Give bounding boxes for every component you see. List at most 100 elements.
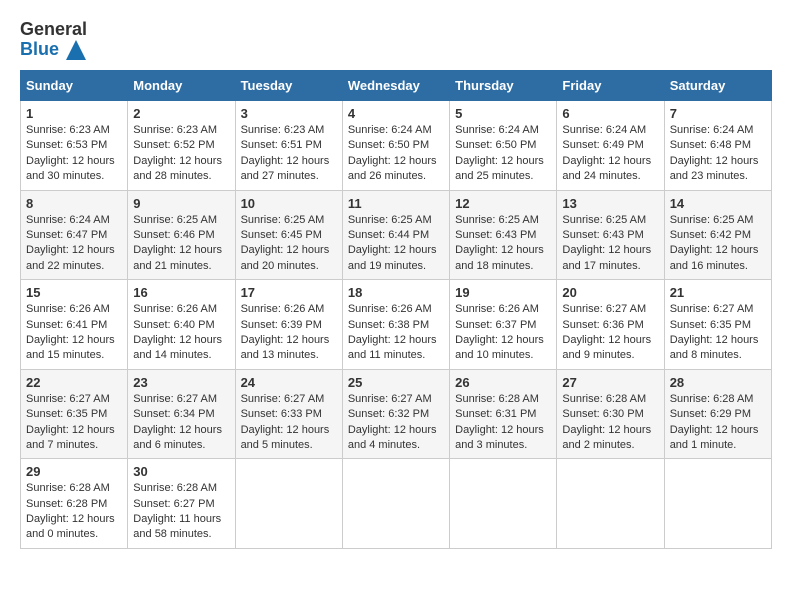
day-info: Sunrise: 6:27 AM Sunset: 6:32 PM Dayligh… <box>348 392 444 454</box>
day-info: Sunrise: 6:23 AM Sunset: 6:53 PM Dayligh… <box>26 123 122 185</box>
calendar-cell <box>342 459 449 549</box>
header: General Blue <box>20 20 772 60</box>
header-row: SundayMondayTuesdayWednesdayThursdayFrid… <box>21 71 772 101</box>
day-number: 4 <box>348 106 444 121</box>
calendar-cell: 30 Sunrise: 6:28 AM Sunset: 6:27 PM Dayl… <box>128 459 235 549</box>
day-number: 6 <box>562 106 658 121</box>
day-number: 12 <box>455 196 551 211</box>
day-info: Sunrise: 6:26 AM Sunset: 6:41 PM Dayligh… <box>26 302 122 364</box>
calendar-cell <box>235 459 342 549</box>
calendar-cell: 19 Sunrise: 6:26 AM Sunset: 6:37 PM Dayl… <box>450 280 557 370</box>
calendar-cell: 25 Sunrise: 6:27 AM Sunset: 6:32 PM Dayl… <box>342 369 449 459</box>
day-number: 25 <box>348 375 444 390</box>
day-number: 26 <box>455 375 551 390</box>
day-info: Sunrise: 6:25 AM Sunset: 6:43 PM Dayligh… <box>455 213 551 275</box>
day-info: Sunrise: 6:23 AM Sunset: 6:51 PM Dayligh… <box>241 123 337 185</box>
day-info: Sunrise: 6:27 AM Sunset: 6:34 PM Dayligh… <box>133 392 229 454</box>
day-info: Sunrise: 6:24 AM Sunset: 6:47 PM Dayligh… <box>26 213 122 275</box>
calendar-cell <box>450 459 557 549</box>
day-number: 3 <box>241 106 337 121</box>
day-number: 21 <box>670 285 766 300</box>
calendar-cell: 8 Sunrise: 6:24 AM Sunset: 6:47 PM Dayli… <box>21 190 128 280</box>
calendar-cell: 7 Sunrise: 6:24 AM Sunset: 6:48 PM Dayli… <box>664 101 771 191</box>
calendar-cell: 21 Sunrise: 6:27 AM Sunset: 6:35 PM Dayl… <box>664 280 771 370</box>
week-row-1: 1 Sunrise: 6:23 AM Sunset: 6:53 PM Dayli… <box>21 101 772 191</box>
calendar-cell: 12 Sunrise: 6:25 AM Sunset: 6:43 PM Dayl… <box>450 190 557 280</box>
week-row-3: 15 Sunrise: 6:26 AM Sunset: 6:41 PM Dayl… <box>21 280 772 370</box>
day-number: 10 <box>241 196 337 211</box>
logo-svg: General Blue <box>20 20 87 60</box>
day-info: Sunrise: 6:27 AM Sunset: 6:33 PM Dayligh… <box>241 392 337 454</box>
day-number: 9 <box>133 196 229 211</box>
day-info: Sunrise: 6:27 AM Sunset: 6:35 PM Dayligh… <box>670 302 766 364</box>
day-info: Sunrise: 6:28 AM Sunset: 6:30 PM Dayligh… <box>562 392 658 454</box>
day-number: 16 <box>133 285 229 300</box>
day-number: 13 <box>562 196 658 211</box>
day-info: Sunrise: 6:24 AM Sunset: 6:50 PM Dayligh… <box>455 123 551 185</box>
calendar-cell: 27 Sunrise: 6:28 AM Sunset: 6:30 PM Dayl… <box>557 369 664 459</box>
header-friday: Friday <box>557 71 664 101</box>
day-number: 19 <box>455 285 551 300</box>
day-number: 1 <box>26 106 122 121</box>
logo-general: General <box>20 20 87 40</box>
day-number: 22 <box>26 375 122 390</box>
day-info: Sunrise: 6:25 AM Sunset: 6:46 PM Dayligh… <box>133 213 229 275</box>
day-number: 20 <box>562 285 658 300</box>
day-number: 24 <box>241 375 337 390</box>
day-info: Sunrise: 6:28 AM Sunset: 6:28 PM Dayligh… <box>26 481 122 543</box>
day-info: Sunrise: 6:25 AM Sunset: 6:44 PM Dayligh… <box>348 213 444 275</box>
calendar-cell: 1 Sunrise: 6:23 AM Sunset: 6:53 PM Dayli… <box>21 101 128 191</box>
day-info: Sunrise: 6:28 AM Sunset: 6:31 PM Dayligh… <box>455 392 551 454</box>
day-number: 17 <box>241 285 337 300</box>
calendar-table: SundayMondayTuesdayWednesdayThursdayFrid… <box>20 70 772 549</box>
calendar-cell: 17 Sunrise: 6:26 AM Sunset: 6:39 PM Dayl… <box>235 280 342 370</box>
day-info: Sunrise: 6:25 AM Sunset: 6:42 PM Dayligh… <box>670 213 766 275</box>
calendar-cell: 10 Sunrise: 6:25 AM Sunset: 6:45 PM Dayl… <box>235 190 342 280</box>
calendar-cell: 23 Sunrise: 6:27 AM Sunset: 6:34 PM Dayl… <box>128 369 235 459</box>
calendar-cell: 20 Sunrise: 6:27 AM Sunset: 6:36 PM Dayl… <box>557 280 664 370</box>
day-info: Sunrise: 6:27 AM Sunset: 6:36 PM Dayligh… <box>562 302 658 364</box>
header-tuesday: Tuesday <box>235 71 342 101</box>
header-thursday: Thursday <box>450 71 557 101</box>
day-info: Sunrise: 6:25 AM Sunset: 6:45 PM Dayligh… <box>241 213 337 275</box>
day-number: 27 <box>562 375 658 390</box>
day-info: Sunrise: 6:25 AM Sunset: 6:43 PM Dayligh… <box>562 213 658 275</box>
header-wednesday: Wednesday <box>342 71 449 101</box>
day-number: 23 <box>133 375 229 390</box>
calendar-cell: 11 Sunrise: 6:25 AM Sunset: 6:44 PM Dayl… <box>342 190 449 280</box>
week-row-4: 22 Sunrise: 6:27 AM Sunset: 6:35 PM Dayl… <box>21 369 772 459</box>
logo: General Blue <box>20 20 87 60</box>
calendar-cell: 28 Sunrise: 6:28 AM Sunset: 6:29 PM Dayl… <box>664 369 771 459</box>
day-number: 29 <box>26 464 122 479</box>
logo-blue: Blue <box>20 40 87 60</box>
calendar-cell: 5 Sunrise: 6:24 AM Sunset: 6:50 PM Dayli… <box>450 101 557 191</box>
day-info: Sunrise: 6:24 AM Sunset: 6:50 PM Dayligh… <box>348 123 444 185</box>
day-number: 14 <box>670 196 766 211</box>
calendar-cell: 9 Sunrise: 6:25 AM Sunset: 6:46 PM Dayli… <box>128 190 235 280</box>
calendar-cell: 13 Sunrise: 6:25 AM Sunset: 6:43 PM Dayl… <box>557 190 664 280</box>
day-info: Sunrise: 6:26 AM Sunset: 6:40 PM Dayligh… <box>133 302 229 364</box>
day-number: 11 <box>348 196 444 211</box>
calendar-cell: 4 Sunrise: 6:24 AM Sunset: 6:50 PM Dayli… <box>342 101 449 191</box>
day-number: 30 <box>133 464 229 479</box>
day-number: 28 <box>670 375 766 390</box>
calendar-cell: 14 Sunrise: 6:25 AM Sunset: 6:42 PM Dayl… <box>664 190 771 280</box>
day-number: 8 <box>26 196 122 211</box>
day-info: Sunrise: 6:27 AM Sunset: 6:35 PM Dayligh… <box>26 392 122 454</box>
calendar-cell: 18 Sunrise: 6:26 AM Sunset: 6:38 PM Dayl… <box>342 280 449 370</box>
calendar-cell: 29 Sunrise: 6:28 AM Sunset: 6:28 PM Dayl… <box>21 459 128 549</box>
day-number: 7 <box>670 106 766 121</box>
day-info: Sunrise: 6:24 AM Sunset: 6:49 PM Dayligh… <box>562 123 658 185</box>
day-info: Sunrise: 6:23 AM Sunset: 6:52 PM Dayligh… <box>133 123 229 185</box>
day-number: 5 <box>455 106 551 121</box>
day-info: Sunrise: 6:24 AM Sunset: 6:48 PM Dayligh… <box>670 123 766 185</box>
calendar-cell: 2 Sunrise: 6:23 AM Sunset: 6:52 PM Dayli… <box>128 101 235 191</box>
day-info: Sunrise: 6:26 AM Sunset: 6:39 PM Dayligh… <box>241 302 337 364</box>
calendar-cell: 26 Sunrise: 6:28 AM Sunset: 6:31 PM Dayl… <box>450 369 557 459</box>
day-number: 2 <box>133 106 229 121</box>
logo-triangle-icon <box>66 40 86 60</box>
week-row-2: 8 Sunrise: 6:24 AM Sunset: 6:47 PM Dayli… <box>21 190 772 280</box>
calendar-cell <box>664 459 771 549</box>
day-number: 18 <box>348 285 444 300</box>
day-info: Sunrise: 6:28 AM Sunset: 6:29 PM Dayligh… <box>670 392 766 454</box>
